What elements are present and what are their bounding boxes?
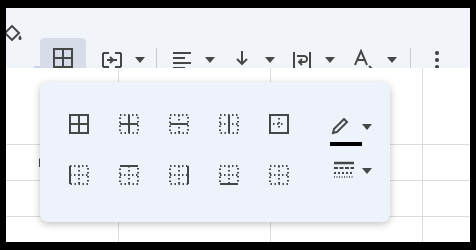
- chevron-down-icon: [362, 168, 372, 174]
- border-style-dropdown[interactable]: [360, 164, 374, 178]
- chevron-down-icon: [265, 57, 275, 63]
- vertical-borders-icon: [219, 114, 239, 134]
- more-vert-icon: [435, 51, 439, 69]
- horizontal-borders-icon: [169, 114, 189, 134]
- left-border-icon: [69, 165, 89, 185]
- inner-borders-icon: [119, 114, 139, 134]
- clear-borders-button[interactable]: [267, 163, 291, 187]
- horizontal-borders-button[interactable]: [167, 112, 191, 136]
- top-border-icon: [119, 165, 139, 185]
- outer-borders-icon: [269, 114, 289, 134]
- border-color-button[interactable]: [329, 114, 355, 138]
- window-frame: I: [0, 0, 476, 250]
- top-border-button[interactable]: [117, 163, 141, 187]
- borders-icon: [53, 48, 73, 68]
- grid-line: [422, 68, 423, 242]
- chevron-down-icon: [325, 57, 335, 63]
- outer-borders-button[interactable]: [267, 112, 291, 136]
- border-color-dropdown[interactable]: [360, 120, 374, 134]
- inner-borders-button[interactable]: [117, 112, 141, 136]
- clear-borders-icon: [269, 165, 289, 185]
- border-style-button[interactable]: [332, 158, 356, 182]
- all-borders-icon: [69, 114, 89, 134]
- border-color-swatch: [330, 142, 362, 146]
- paint-bucket-icon: [6, 24, 22, 42]
- vertical-borders-button[interactable]: [217, 112, 241, 136]
- toolbar: [6, 8, 470, 78]
- pencil-icon: [331, 117, 349, 135]
- chevron-down-icon: [205, 57, 215, 63]
- toolbar-separator: [410, 48, 411, 70]
- left-border-button[interactable]: [67, 163, 91, 187]
- all-borders-button[interactable]: [67, 112, 91, 136]
- bottom-border-icon: [219, 165, 239, 185]
- chevron-down-icon: [135, 57, 145, 63]
- bottom-border-button[interactable]: [217, 163, 241, 187]
- toolbar-separator: [156, 48, 157, 70]
- fill-color-button[interactable]: [6, 20, 28, 48]
- chevron-down-icon: [362, 124, 372, 130]
- chevron-down-icon: [387, 57, 397, 63]
- borders-menu: [40, 82, 390, 222]
- app-viewport: I: [6, 8, 470, 242]
- border-style-icon: [334, 161, 354, 178]
- right-border-button[interactable]: [167, 163, 191, 187]
- right-border-icon: [169, 165, 189, 185]
